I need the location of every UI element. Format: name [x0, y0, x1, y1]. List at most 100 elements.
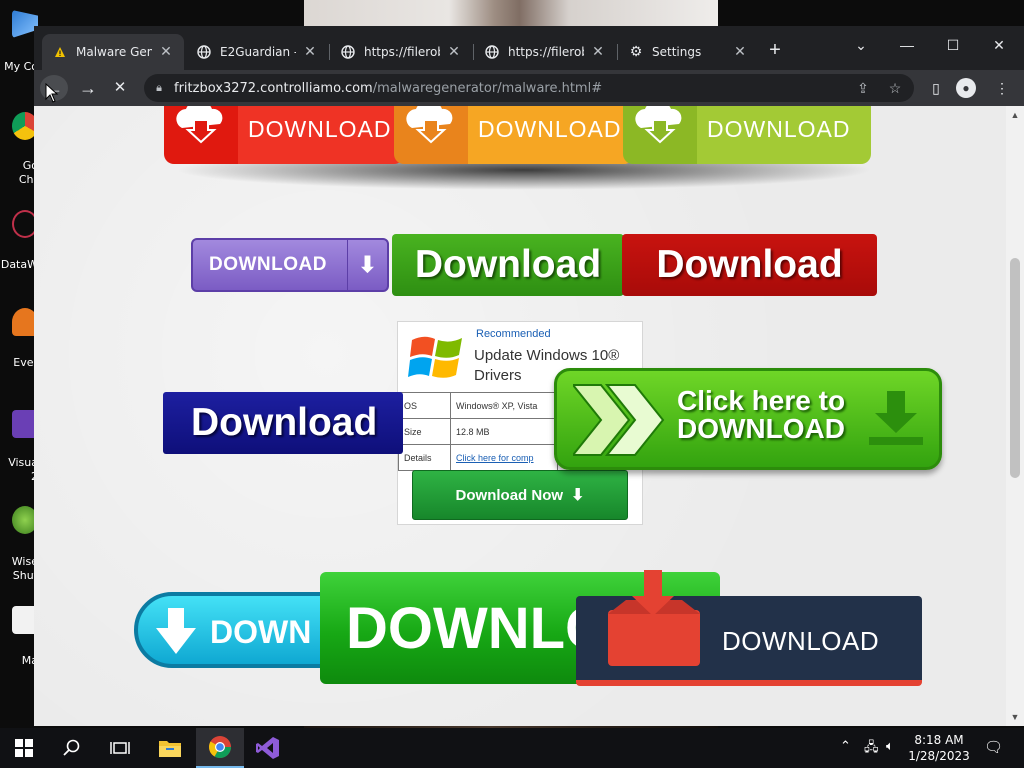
click-here-line-2: DOWNLOAD	[677, 413, 845, 444]
browser-toolbar: ← → ✕ 🔒︎ fritzbox3272.controlliamo.com/m…	[34, 70, 1024, 106]
click-here-download-button[interactable]: Click here to DOWNLOAD	[554, 368, 942, 470]
globe-icon	[340, 44, 356, 60]
vertical-scrollbar[interactable]: ▲ ▼	[1006, 106, 1024, 726]
scrollbar-thumb[interactable]	[1010, 258, 1020, 478]
share-icon[interactable]: ⇪	[852, 78, 874, 98]
close-tab-icon[interactable]: ✕	[732, 44, 748, 60]
down-arrow-icon: ⬇	[571, 487, 585, 504]
download-button-red[interactable]: DOWNLOAD	[164, 106, 404, 164]
task-view-icon	[110, 742, 130, 754]
mouse-cursor-icon	[45, 83, 59, 103]
scroll-down-icon[interactable]: ▼	[1009, 712, 1021, 722]
system-clock[interactable]: 8:18 AM 1/28/2023	[908, 732, 970, 764]
menu-kebab-icon[interactable]: ⋮	[990, 76, 1014, 100]
clock-date: 1/28/2023	[908, 749, 970, 763]
tab-e2guardian[interactable]: E2Guardian - U ✕	[186, 34, 328, 70]
desktop-icon-label: Shut	[12, 569, 38, 582]
start-button[interactable]	[0, 728, 48, 768]
download-label: DOWNLOAD	[209, 254, 327, 275]
download-button-red-large[interactable]: Download	[622, 234, 877, 296]
chrome-icon	[209, 736, 231, 758]
minimize-button[interactable]: —	[892, 32, 922, 58]
clock-time: 8:18 AM	[914, 733, 964, 747]
download-label: DOWNLOAD	[248, 116, 392, 142]
folder-download-icon	[608, 570, 700, 666]
tab-filerobot-2[interactable]: https://filerobc ✕	[474, 34, 616, 70]
forward-button[interactable]: →	[74, 75, 102, 101]
task-view-button[interactable]	[96, 728, 144, 768]
download-tray-icon	[869, 391, 923, 445]
chevron-up-icon[interactable]: ⌃	[840, 738, 851, 754]
globe-icon	[484, 44, 500, 60]
side-panel-icon[interactable]: ▯	[924, 76, 948, 100]
download-label: DOWNLOAD	[707, 116, 851, 142]
tab-title: https://filerobc	[364, 45, 440, 59]
desktop-icon-label: DataW	[0, 258, 38, 271]
tab-title: Settings	[652, 45, 702, 59]
table-cell: OS	[398, 392, 451, 419]
desktop-icon-label: Go	[22, 159, 38, 172]
table-cell: Windows® XP, Vista	[450, 392, 558, 419]
click-here-line-1: Click here to	[677, 385, 846, 416]
chrome-taskbar-button[interactable]	[196, 728, 244, 768]
download-label: DOWNLOAD	[478, 116, 622, 142]
volume-icon[interactable]: 🔈︎	[886, 738, 894, 754]
tab-search-button[interactable]: ⌄	[846, 32, 876, 58]
maximize-button[interactable]: ☐	[938, 32, 968, 58]
close-tab-icon[interactable]: ✕	[302, 44, 318, 60]
recommended-label: Recommended	[476, 328, 551, 340]
table-cell: 12.8 MB	[450, 418, 558, 445]
tab-title: https://filerobc	[508, 45, 584, 59]
desktop-icon-label: 2	[0, 470, 38, 483]
search-icon	[63, 739, 80, 756]
close-tab-icon[interactable]: ✕	[446, 44, 462, 60]
desktop-icon-label: Chr	[18, 173, 38, 186]
download-label: Download	[191, 401, 378, 444]
visual-studio-icon	[256, 737, 279, 759]
new-tab-button[interactable]: +	[764, 40, 786, 62]
tab-settings[interactable]: ⚙ Settings ✕	[618, 34, 758, 70]
webcam-overlay-top	[304, 0, 718, 26]
tab-filerobot-1[interactable]: https://filerobc ✕	[330, 34, 472, 70]
download-button-orange[interactable]: DOWNLOAD	[394, 106, 634, 164]
table-row: Details Click here for comp	[398, 444, 558, 471]
desktop-icon-label: Wise	[11, 555, 38, 568]
notification-icon[interactable]: 🗨︎	[984, 738, 1003, 756]
scroll-up-icon[interactable]: ▲	[1009, 110, 1021, 120]
url-path: /malwaregenerator/malware.html#	[372, 80, 603, 96]
start-icon	[15, 739, 33, 757]
cloud-download-icon	[176, 106, 223, 144]
table-row: OS Windows® XP, Vista	[398, 392, 558, 419]
download-now-button[interactable]: Download Now ⬇	[412, 470, 628, 520]
table-cell: Size	[398, 418, 451, 445]
download-button-lime[interactable]: DOWNLOAD	[623, 106, 871, 164]
tab-malware-generator[interactable]: Malware Gene ✕	[42, 34, 184, 70]
desktop-icon-label: Ma	[21, 654, 38, 667]
bookmark-star-icon[interactable]: ☆	[884, 78, 906, 98]
download-button-purple[interactable]: DOWNLOAD ⬇	[191, 238, 389, 292]
tab-title: Malware Gene	[76, 45, 152, 59]
download-button-navy[interactable]: DOWNLOAD	[576, 570, 922, 686]
taskbar: ⌃ 🖧︎ 🔈︎ 8:18 AM 1/28/2023 🗨︎	[0, 728, 1024, 768]
down-arrow-icon	[156, 608, 196, 654]
visual-studio-taskbar-button[interactable]	[244, 728, 292, 768]
chevron-arrows-icon	[573, 384, 665, 456]
close-tab-icon[interactable]: ✕	[158, 44, 174, 60]
close-tab-icon[interactable]: ✕	[590, 44, 606, 60]
file-explorer-button[interactable]	[146, 728, 194, 768]
download-button-blue[interactable]: Download	[163, 392, 403, 454]
tab-strip: Malware Gene ✕ E2Guardian - U ✕ https://…	[34, 26, 1024, 70]
desktop-icon-label: Ever	[13, 356, 38, 369]
address-bar[interactable]: 🔒︎ fritzbox3272.controlliamo.com/malware…	[144, 74, 914, 102]
search-button[interactable]	[48, 728, 96, 768]
download-label: DOWNLO	[346, 595, 611, 661]
download-label: DOWN	[210, 614, 312, 650]
desktop-icon-label: Visua	[8, 456, 38, 469]
profile-avatar-icon[interactable]: ●	[956, 78, 976, 98]
network-icon[interactable]: 🖧︎	[864, 738, 879, 760]
stop-loading-button[interactable]: ✕	[106, 75, 134, 101]
close-window-button[interactable]: ✕	[984, 32, 1014, 58]
download-button-green[interactable]: Download	[392, 234, 624, 296]
details-link[interactable]: Click here for comp	[450, 444, 558, 471]
gear-icon: ⚙	[629, 44, 643, 60]
